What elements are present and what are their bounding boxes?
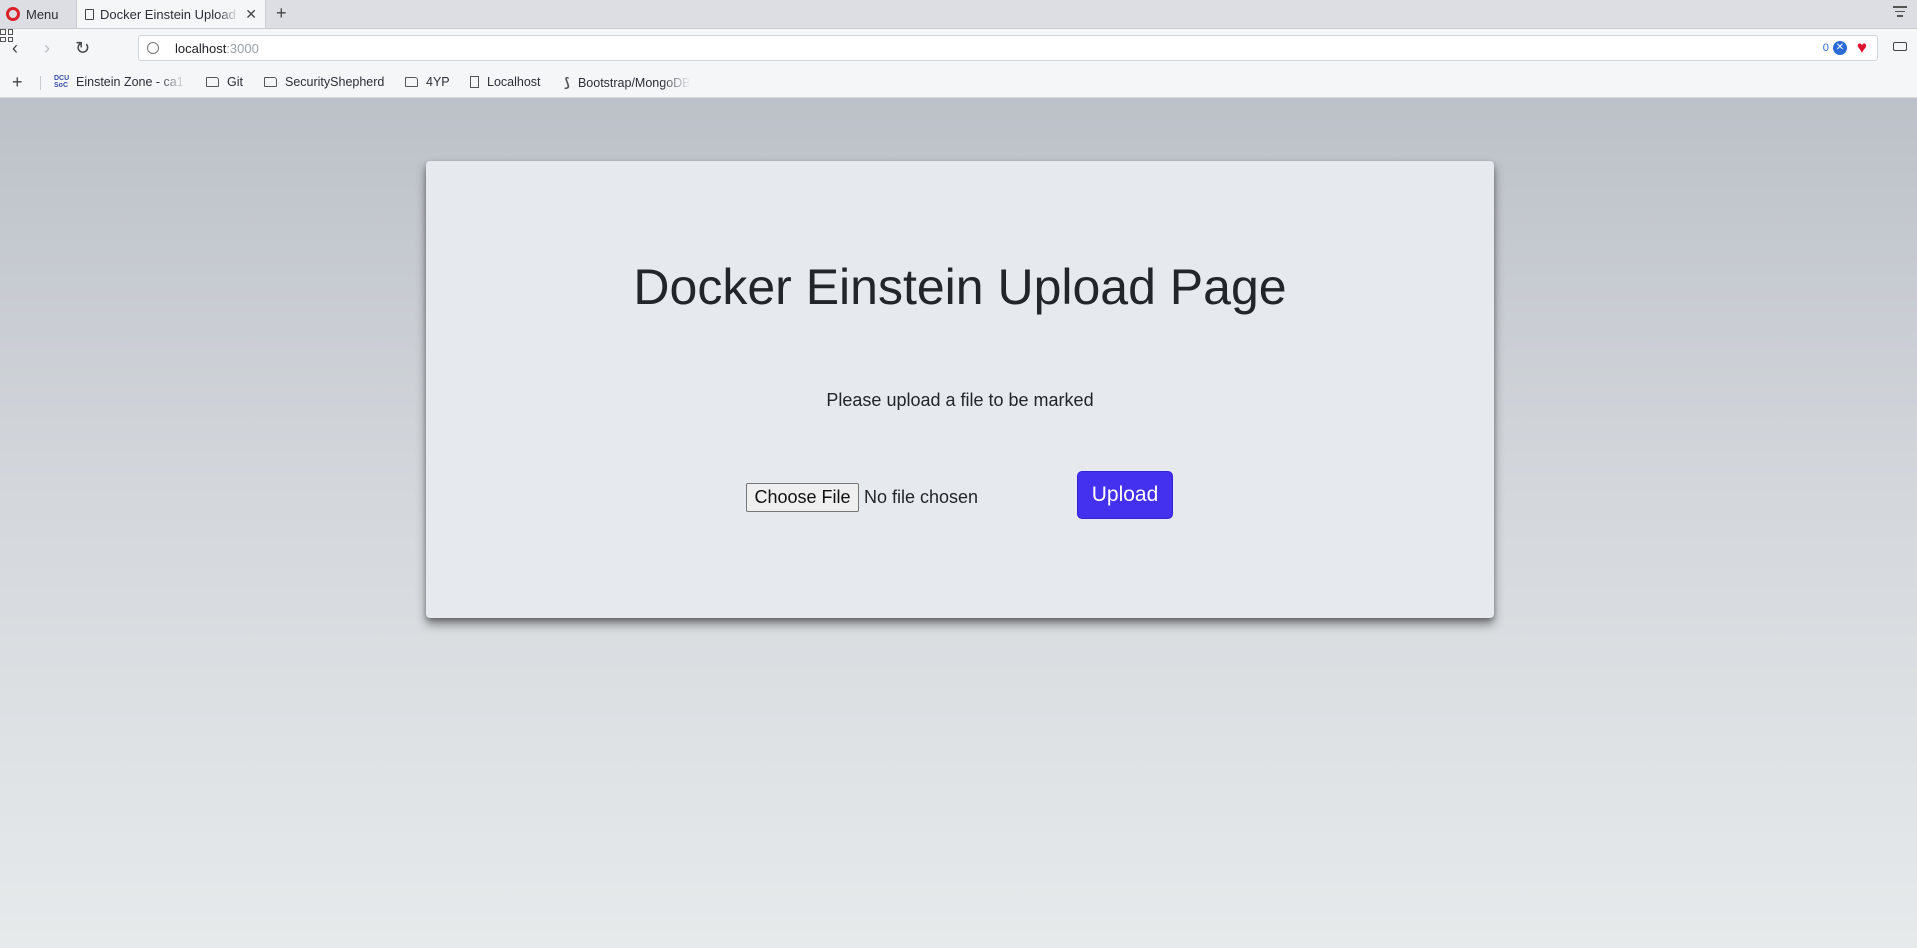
close-tab-icon[interactable]: ✕ — [245, 7, 257, 21]
bookmark-label: 4YP — [426, 75, 450, 89]
address-bar[interactable]: localhost:3000 0 ✕ ♥ — [138, 35, 1878, 61]
heart-icon[interactable]: ♥ — [1857, 39, 1867, 56]
document-icon — [85, 8, 94, 20]
page-viewport: Docker Einstein Upload Page Please uploa… — [0, 98, 1917, 948]
url-port: :3000 — [226, 40, 259, 56]
opera-logo-icon — [6, 7, 20, 21]
add-bookmark-icon[interactable]: + — [12, 72, 23, 92]
reload-icon[interactable]: ↻ — [75, 38, 90, 58]
upload-button[interactable]: Upload — [1077, 471, 1173, 519]
file-status-text: No file chosen — [864, 487, 979, 507]
bookmark-label: Git — [227, 75, 243, 89]
page-title: Docker Einstein Upload Page — [633, 259, 1287, 315]
menu-label: Menu — [26, 6, 59, 22]
blocked-count: 0 — [1822, 42, 1829, 54]
bookmark-label: Bootstrap/MongoDB — [577, 76, 690, 90]
bookmark-4yp[interactable]: 4YP — [405, 75, 450, 89]
url-text: localhost:3000 — [175, 41, 259, 56]
bootstrap-icon: ⟆ — [564, 75, 570, 90]
upload-prompt: Please upload a file to be marked — [826, 390, 1094, 410]
new-tab-icon[interactable]: + — [276, 3, 287, 23]
bookmark-securityshepherd[interactable]: SecurityShepherd — [264, 75, 384, 89]
url-host: localhost — [175, 40, 227, 56]
bookmark-git[interactable]: Git — [206, 75, 243, 89]
bookmark-label: SecurityShepherd — [285, 75, 385, 89]
bookmark-label: Localhost — [487, 75, 541, 89]
back-icon[interactable]: ‹ — [12, 38, 18, 58]
folder-icon — [264, 77, 277, 87]
bookmarks-bar: + DCU SoC Einstein Zone - ca1 Git Securit… — [0, 69, 1917, 98]
bookmarks-divider — [40, 76, 41, 90]
folder-icon — [405, 77, 418, 87]
forward-icon[interactable]: › — [44, 38, 50, 58]
tab-menu-icon[interactable] — [1893, 6, 1907, 20]
opera-menu-button[interactable]: Menu — [6, 4, 59, 24]
bookmark-localhost[interactable]: Localhost — [470, 75, 541, 89]
choose-file-button[interactable]: Choose File — [746, 483, 859, 512]
dcu-icon: DCU SoC — [54, 75, 70, 89]
address-toolbar: ‹ › ↻ localhost:3000 0 ✕ ♥ — [0, 29, 1917, 69]
globe-icon — [147, 42, 159, 54]
tab-strip: Menu Docker Einstein Upload Page ✕ + — [0, 0, 1917, 29]
ad-block-shield-icon[interactable]: ✕ — [1832, 41, 1847, 55]
battery-icon[interactable] — [1893, 42, 1907, 51]
page-icon — [470, 76, 479, 88]
upload-card: Docker Einstein Upload Page Please uploa… — [426, 161, 1494, 618]
tab-title: Docker Einstein Upload Page — [100, 6, 239, 22]
folder-icon — [206, 77, 219, 87]
bookmark-bootstrap-mongodb[interactable]: ⟆ Bootstrap/MongoDB — [564, 75, 690, 91]
bookmark-label: Einstein Zone - ca1 — [76, 75, 184, 89]
tab-active[interactable]: Docker Einstein Upload Page ✕ — [76, 0, 266, 28]
bookmark-einstein-zone[interactable]: DCU SoC Einstein Zone - ca1 — [54, 75, 186, 89]
